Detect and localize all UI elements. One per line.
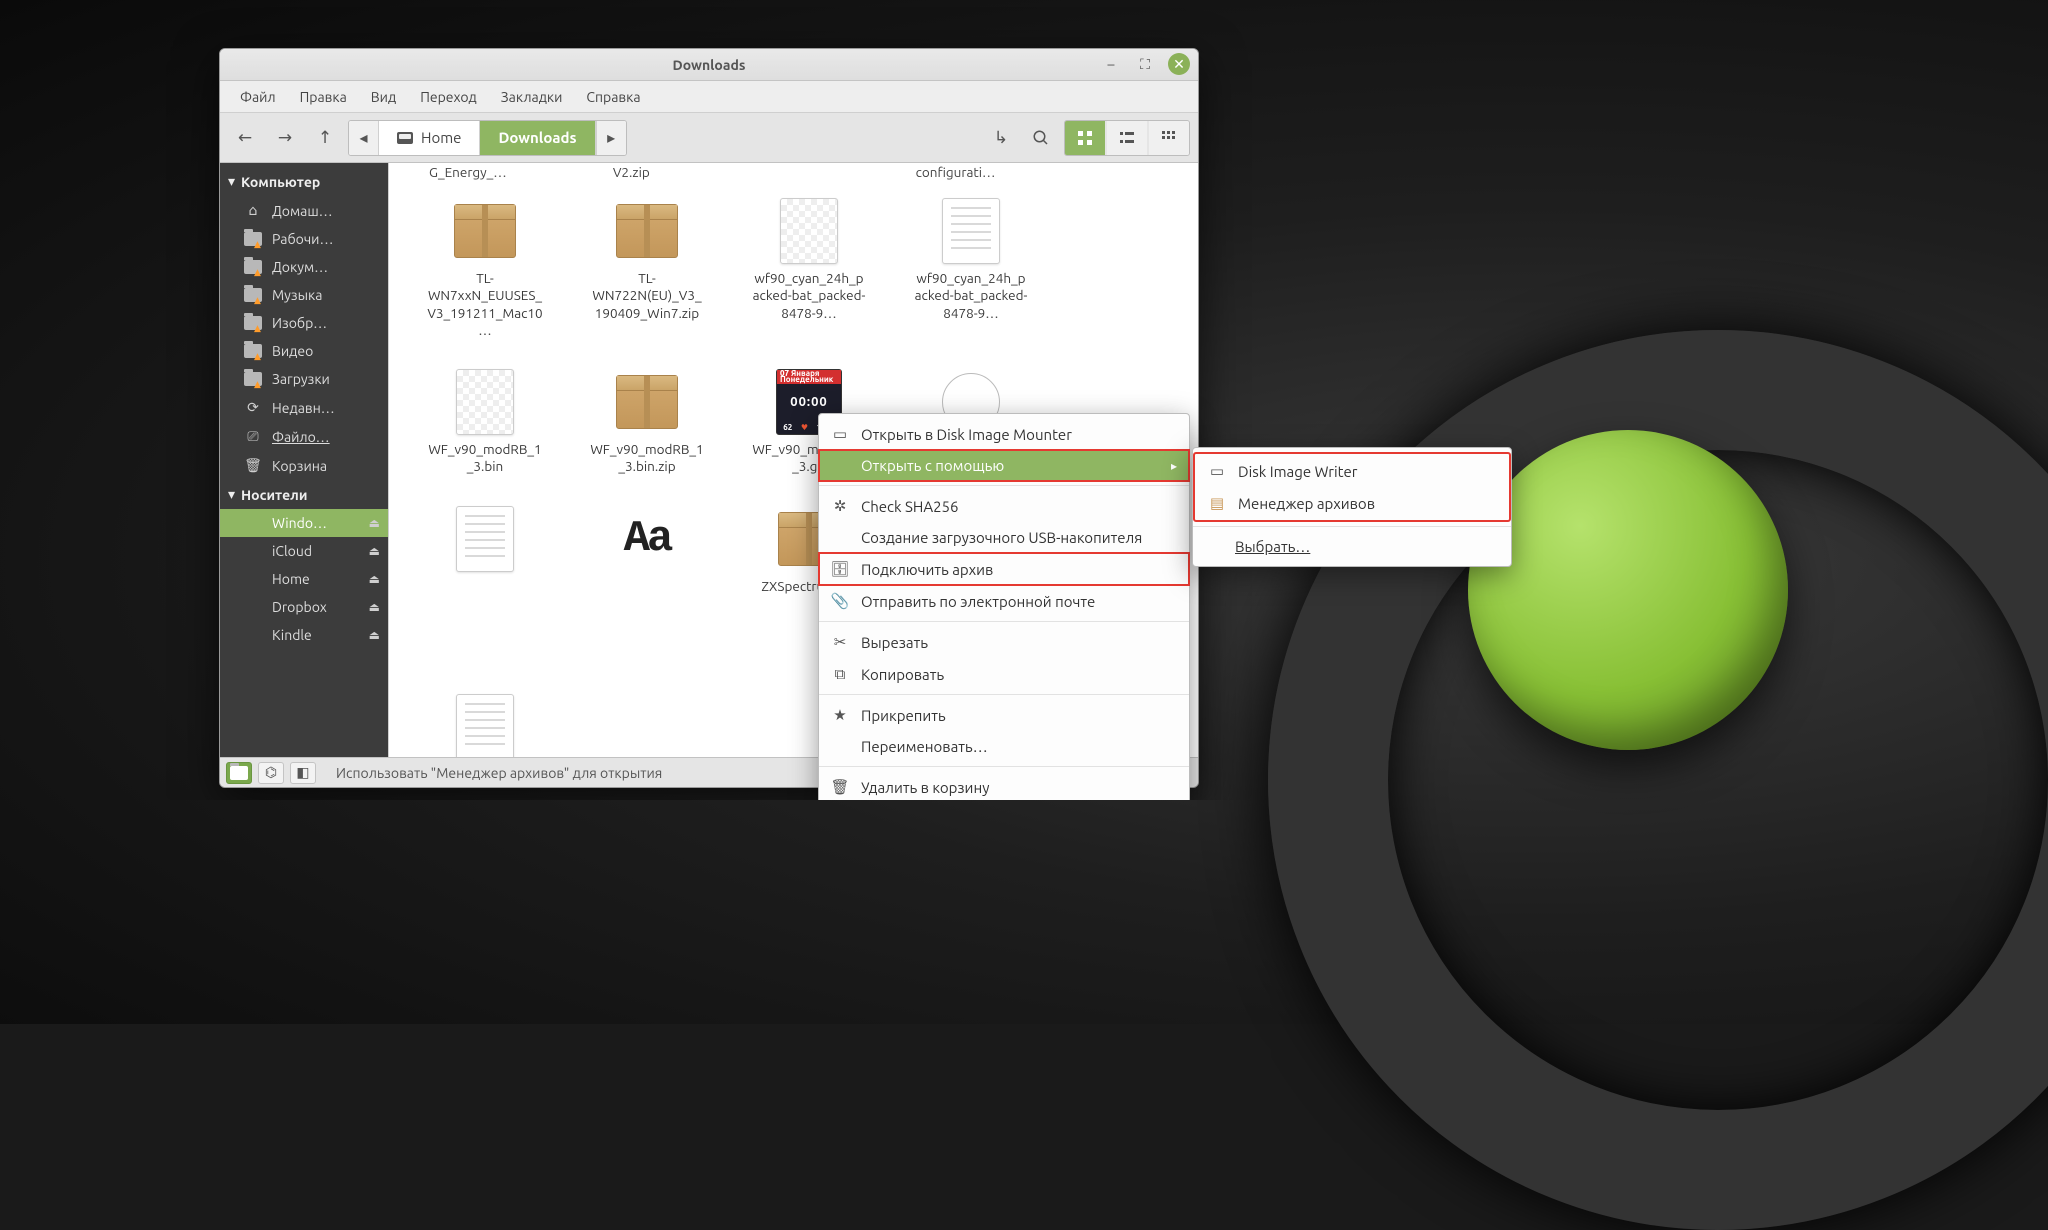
drive-icon xyxy=(397,132,413,144)
ctx-send-email[interactable]: 📎Отправить по электронной почте xyxy=(819,585,1189,617)
view-mode-switcher xyxy=(1064,120,1190,156)
cut-row: G_Energy_5.pdfV2.zipconfiguration, p… xyxy=(389,163,1198,183)
ctx-open-disk-mounter[interactable]: ▭Открыть в Disk Image Mounter xyxy=(819,418,1189,450)
copy-icon: ⧉ xyxy=(831,665,849,683)
file-item[interactable]: wf90_cyan_24h_packed-bat_packed-8478-9… xyxy=(749,197,869,340)
file-item[interactable]: wf90_cyan_24h_packed-bat_packed-8478-9… xyxy=(911,197,1031,340)
file-item[interactable]: TL-WN7xxN_EUUSES_V3_191211_Mac10… xyxy=(425,197,545,340)
file-item[interactable]: TL-WN722N(EU)_V3_190409_Win7.zip xyxy=(587,197,707,340)
screenshot-viewport: Downloads – ⛶ ✕ Файл Правка Вид Переход … xyxy=(0,0,1600,800)
sub-archive-manager[interactable]: ▤Менеджер архивов xyxy=(1196,487,1508,519)
menu-go[interactable]: Переход xyxy=(410,85,487,109)
list-icon xyxy=(1119,130,1135,146)
sub-disk-image-writer[interactable]: ▭Disk Image Writer xyxy=(1196,455,1508,487)
app-icon: ▭ xyxy=(1208,462,1226,480)
crumb-downloads[interactable]: Downloads xyxy=(480,121,595,155)
maximize-button[interactable]: ⛶ xyxy=(1134,53,1156,75)
minimize-button[interactable]: – xyxy=(1100,53,1122,75)
forward-button[interactable]: → xyxy=(268,121,302,155)
file-item[interactable]: WF_v90_modRB_1_3.bin xyxy=(425,368,545,477)
paperclip-icon: 📎 xyxy=(831,592,849,610)
status-text: Использовать "Менеджер архивов" для откр… xyxy=(336,765,662,781)
toggle-path-button[interactable]: ↳ xyxy=(984,121,1018,155)
menu-help[interactable]: Справка xyxy=(576,85,650,109)
menu-file[interactable]: Файл xyxy=(230,85,286,109)
separator xyxy=(1193,526,1511,527)
ctx-mount-archive[interactable]: 🗄Подключить архив xyxy=(819,553,1189,585)
ctx-check-sha256[interactable]: ✲Check SHA256 xyxy=(819,490,1189,522)
file-item[interactable]: WF_v90_modRB_1_3.bin.zip xyxy=(587,368,707,477)
folder-icon xyxy=(230,766,248,780)
breadcrumb: ◂ Home Downloads ▸ xyxy=(348,120,627,156)
sidebar-item[interactable]: Видео▲ xyxy=(220,337,388,365)
sidebar-media-item[interactable]: iCloud⏏ xyxy=(220,537,388,565)
view-list-button[interactable] xyxy=(1107,121,1147,155)
sidebar-item[interactable]: Музыка▲ xyxy=(220,281,388,309)
sidebar-item[interactable]: ⌂Домаш… xyxy=(220,196,388,225)
ctx-open-with[interactable]: Открыть с помощью▸ xyxy=(819,450,1189,481)
back-button[interactable]: ← xyxy=(228,121,262,155)
titlebar[interactable]: Downloads – ⛶ ✕ xyxy=(220,49,1198,81)
status-places-button[interactable] xyxy=(226,762,252,784)
grid-icon xyxy=(1077,130,1093,146)
sidebar: ▾ Компьютер ⌂Домаш…Рабочи…▲Докум…▲Музыка… xyxy=(220,163,388,757)
sidebar-item[interactable]: Докум…▲ xyxy=(220,253,388,281)
breadcrumb-prev[interactable]: ◂ xyxy=(349,121,379,155)
view-compact-button[interactable] xyxy=(1149,121,1189,155)
file-item[interactable]: Паспорт к pdf… xyxy=(425,693,545,757)
context-menu: ▭Открыть в Disk Image Mounter Открыть с … xyxy=(818,413,1190,800)
archive-icon: ▤ xyxy=(1208,494,1226,512)
highlight-box: ▭Disk Image Writer ▤Менеджер архивов xyxy=(1193,452,1511,522)
sidebar-item[interactable]: ⟳Недавн… xyxy=(220,393,388,422)
sidebar-section-media[interactable]: ▾ Носители xyxy=(220,480,388,509)
separator xyxy=(819,621,1189,622)
toolbar: ← → ↑ ◂ Home Downloads ▸ ↳ xyxy=(220,113,1198,163)
sidebar-item[interactable]: Изобр…▲ xyxy=(220,309,388,337)
sidebar-item[interactable]: 🗑Корзина xyxy=(220,451,388,480)
file-item[interactable] xyxy=(425,505,545,665)
sidebar-section-computer[interactable]: ▾ Компьютер xyxy=(220,167,388,196)
archive-icon: 🗄 xyxy=(831,560,849,578)
breadcrumb-next[interactable]: ▸ xyxy=(596,121,626,155)
scissors-icon: ✂ xyxy=(831,633,849,651)
status-sidebar-button[interactable]: ◧ xyxy=(290,762,316,784)
gear-icon: ✲ xyxy=(831,497,849,515)
sidebar-item[interactable]: Загрузки▲ xyxy=(220,365,388,393)
separator xyxy=(819,694,1189,695)
sidebar-item[interactable]: ⎚Файло… xyxy=(220,422,388,451)
search-icon xyxy=(1032,129,1050,147)
sidebar-media-item[interactable]: Windo…⏏ xyxy=(220,509,388,537)
ctx-cut[interactable]: ✂Вырезать xyxy=(819,626,1189,658)
sub-choose[interactable]: Выбрать… xyxy=(1193,531,1511,562)
sidebar-media-item[interactable]: Home⏏ xyxy=(220,565,388,593)
ctx-trash[interactable]: 🗑Удалить в корзину xyxy=(819,771,1189,800)
menu-edit[interactable]: Правка xyxy=(290,85,357,109)
sidebar-media-item[interactable]: Dropbox⏏ xyxy=(220,593,388,621)
ctx-pin[interactable]: ★Прикрепить xyxy=(819,699,1189,731)
sidebar-item[interactable]: Рабочи…▲ xyxy=(220,225,388,253)
search-button[interactable] xyxy=(1024,121,1058,155)
close-button[interactable]: ✕ xyxy=(1168,53,1190,75)
ctx-make-usb[interactable]: Создание загрузочного USB-накопителя xyxy=(819,522,1189,553)
separator xyxy=(819,485,1189,486)
menubar: Файл Правка Вид Переход Закладки Справка xyxy=(220,81,1198,113)
window-title: Downloads xyxy=(220,57,1198,73)
ctx-rename[interactable]: Переименовать… xyxy=(819,731,1189,762)
compact-icon xyxy=(1161,130,1177,146)
crumb-home[interactable]: Home xyxy=(379,121,480,155)
context-submenu-open-with: ▭Disk Image Writer ▤Менеджер архивов Выб… xyxy=(1192,447,1512,567)
menu-bookmarks[interactable]: Закладки xyxy=(491,85,573,109)
view-icons-button[interactable] xyxy=(1065,121,1105,155)
ctx-copy[interactable]: ⧉Копировать xyxy=(819,658,1189,690)
trash-icon: 🗑 xyxy=(831,778,849,796)
separator xyxy=(819,766,1189,767)
app-icon: ▭ xyxy=(831,425,849,443)
status-tree-button[interactable]: ⌬ xyxy=(258,762,284,784)
star-icon: ★ xyxy=(831,706,849,724)
file-item[interactable]: Aa xyxy=(587,505,707,665)
sidebar-media-item[interactable]: Kindle⏏ xyxy=(220,621,388,649)
up-button[interactable]: ↑ xyxy=(308,121,342,155)
menu-view[interactable]: Вид xyxy=(361,85,406,109)
chevron-right-icon: ▸ xyxy=(1171,459,1177,473)
